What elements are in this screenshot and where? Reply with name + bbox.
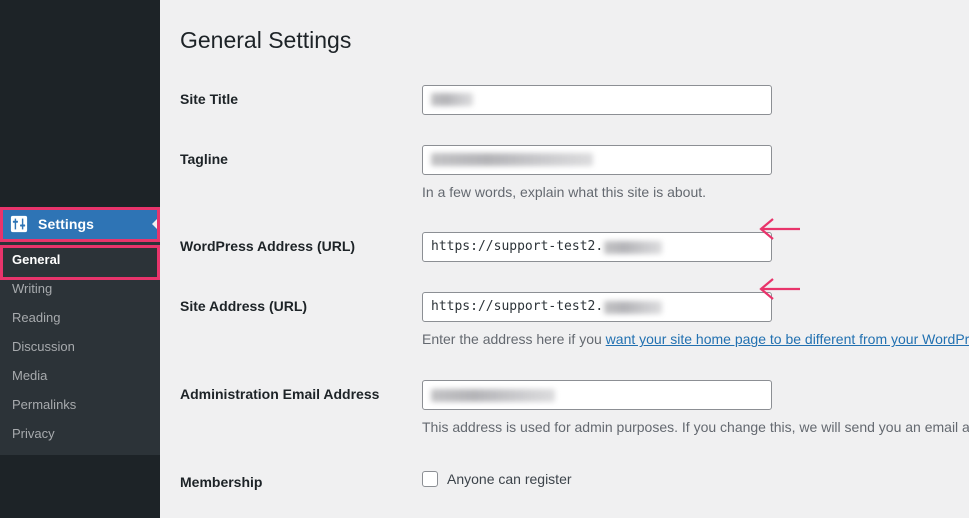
cell-admin-email: This address is used for admin purposes.… <box>412 365 969 453</box>
site-address-input[interactable]: https://support-test2. <box>422 292 772 323</box>
admin-email-description: This address is used for admin purposes.… <box>422 419 969 436</box>
wordpress-address-input[interactable]: https://support-test2. <box>422 232 772 263</box>
redacted-value <box>431 153 593 167</box>
cell-wordpress-address: https://support-test2. <box>412 217 969 277</box>
label-site-address: Site Address (URL) <box>180 298 308 315</box>
redacted-domain <box>604 240 663 254</box>
anyone-can-register-label: Anyone can register <box>447 470 572 487</box>
redacted-value <box>431 388 555 402</box>
field-row-site-address: Site Address (URL) https://support-test2… <box>180 277 969 365</box>
sidebar-item-settings[interactable]: Settings <box>0 208 160 240</box>
cell-tagline: In a few words, explain what this site i… <box>412 130 969 218</box>
field-row-site-title: Site Title <box>180 70 969 130</box>
cell-membership: Anyone can register <box>412 453 969 511</box>
sidebar-item-privacy-label: Privacy <box>12 426 55 441</box>
redacted-domain <box>604 300 663 314</box>
settings-sliders-icon <box>9 214 29 234</box>
sidebar-active-arrow-icon <box>152 216 160 232</box>
field-row-wordpress-address: WordPress Address (URL) https://support-… <box>180 217 969 277</box>
sidebar-item-writing[interactable]: Writing <box>0 274 160 303</box>
cell-new-user-role: Subscriber <box>412 511 969 518</box>
cell-site-address: https://support-test2. Enter the address… <box>412 277 969 365</box>
site-address-description-link[interactable]: want your site home page to be different… <box>606 331 969 347</box>
sidebar-item-discussion-label: Discussion <box>12 339 75 354</box>
redacted-value <box>431 93 473 107</box>
tagline-description: In a few words, explain what this site i… <box>422 183 707 200</box>
sidebar-top-spacer <box>0 0 160 208</box>
admin-email-input[interactable] <box>422 380 772 411</box>
sidebar-item-discussion[interactable]: Discussion <box>0 332 160 361</box>
sidebar-item-media[interactable]: Media <box>0 361 160 390</box>
sidebar-item-settings-label: Settings <box>38 216 95 232</box>
site-address-value: https://support-test2. <box>431 299 604 315</box>
general-settings-form: Site Title Tagline In a few words, expla… <box>180 70 969 518</box>
sidebar-item-general-label: General <box>12 252 61 267</box>
sidebar-item-media-label: Media <box>12 368 48 383</box>
wordpress-admin-screen: Settings General Writing Reading Discuss… <box>0 0 969 518</box>
cell-site-title <box>412 70 969 130</box>
label-wordpress-address: WordPress Address (URL) <box>180 238 356 255</box>
label-new-user-role: New User Default Role <box>180 511 412 518</box>
membership-checkbox-row[interactable]: Anyone can register <box>422 470 969 488</box>
sidebar-item-reading-label: Reading <box>12 310 61 325</box>
site-address-description-prefix: Enter the address here if you <box>422 331 606 348</box>
label-membership: Membership <box>180 473 263 490</box>
sidebar-item-writing-label: Writing <box>12 281 53 296</box>
sidebar-item-privacy[interactable]: Privacy <box>0 419 160 448</box>
sidebar-item-permalinks[interactable]: Permalinks <box>0 390 160 419</box>
label-site-title: Site Title <box>180 90 239 107</box>
sidebar-item-general[interactable]: General <box>0 245 160 274</box>
site-title-input[interactable] <box>422 84 772 115</box>
anyone-can-register-checkbox[interactable] <box>422 470 438 487</box>
admin-sidebar: Settings General Writing Reading Discuss… <box>0 0 160 518</box>
field-row-new-user-role: New User Default Role Subscriber <box>180 511 969 518</box>
tagline-input[interactable] <box>422 144 772 175</box>
label-tagline: Tagline <box>180 150 228 167</box>
settings-submenu: General Writing Reading Discussion Media… <box>0 240 160 455</box>
field-row-membership: Membership Anyone can register <box>180 453 969 511</box>
sidebar-item-reading[interactable]: Reading <box>0 303 160 332</box>
field-row-tagline: Tagline In a few words, explain what thi… <box>180 130 969 218</box>
label-admin-email: Administration Email Address <box>180 386 380 403</box>
sidebar-item-permalinks-label: Permalinks <box>12 397 77 412</box>
page-title: General Settings <box>180 27 352 53</box>
site-address-description: Enter the address here if you want your … <box>422 330 969 350</box>
wordpress-address-value: https://support-test2. <box>431 239 604 255</box>
settings-content-area: General Settings Site Title Tagline In a… <box>160 0 969 518</box>
field-row-admin-email: Administration Email Address This addres… <box>180 365 969 453</box>
